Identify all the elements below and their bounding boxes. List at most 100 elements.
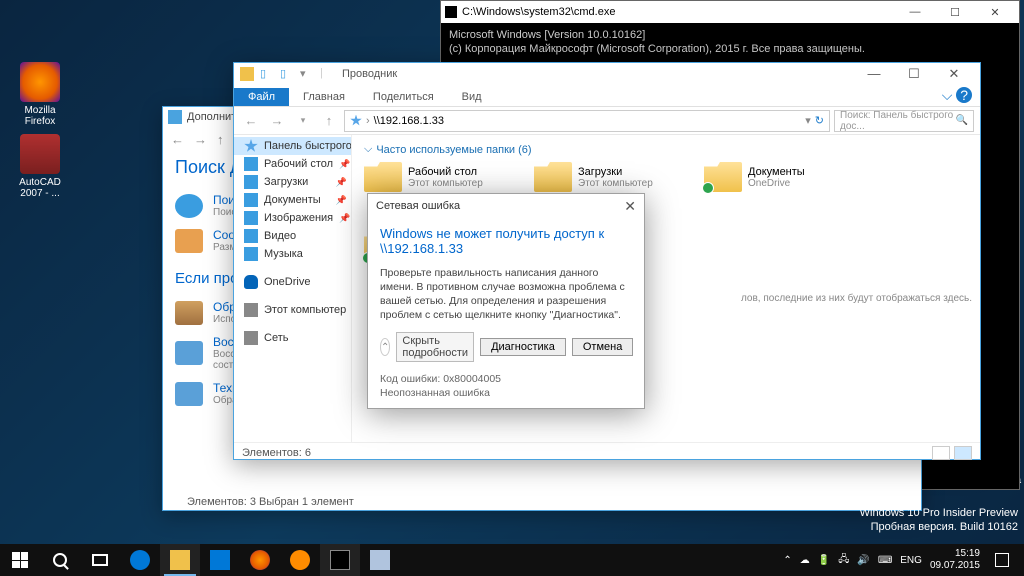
taskview-button[interactable] [80, 544, 120, 576]
tray-onedrive-icon[interactable]: ☁ [800, 555, 810, 566]
error-code: Код ошибки: 0x80004005 [380, 372, 632, 386]
address-dropdown-icon[interactable]: ▾ [805, 114, 811, 127]
taskbar: ⌃ ☁ 🔋 🖧 🔊 ⌨ ENG 15:19 09.07.2015 [0, 544, 1024, 576]
sidebar-item-downloads[interactable]: Загрузки📌 [234, 173, 351, 191]
cmd-titlebar[interactable]: C:\Windows\system32\cmd.exe — ☐ ✕ [441, 1, 1019, 23]
sidebar-item-desktop[interactable]: Рабочий стол📌 [234, 155, 351, 173]
search-input[interactable]: Поиск: Панель быстрого дос... 🔍 [834, 110, 974, 132]
cmd-icon [330, 550, 350, 570]
chevron-down-icon: ⌵ [364, 143, 372, 156]
close-button[interactable]: ✕ [624, 198, 636, 215]
taskbar-cmd[interactable] [320, 544, 360, 576]
desktop-icon-firefox[interactable]: Mozilla Firefox [10, 62, 70, 127]
cancel-button[interactable]: Отмена [572, 338, 633, 356]
tab-file[interactable]: Файл [234, 88, 289, 106]
hide-details-link[interactable]: Скрыть подробности [396, 332, 474, 362]
taskbar-app[interactable] [360, 544, 400, 576]
search-placeholder: Поиск: Панель быстрого дос... [840, 110, 956, 132]
sidebar-item-label: Видео [264, 230, 296, 242]
forward-button[interactable]: → [194, 132, 207, 147]
tab-view[interactable]: Вид [448, 88, 496, 106]
pin-icon: 📌 [339, 159, 350, 170]
close-button[interactable]: ✕ [975, 6, 1015, 19]
taskbar-wmp[interactable] [280, 544, 320, 576]
contact-icon [175, 301, 203, 325]
forward-button[interactable]: → [266, 110, 288, 132]
help-icon [175, 194, 203, 218]
view-icons-button[interactable] [954, 446, 972, 460]
explorer-ribbon: Файл Главная Поделиться Вид ⌵ ? [234, 85, 980, 107]
pin-icon: 📌 [336, 177, 347, 188]
sidebar-item-thispc[interactable]: Этот компьютер [234, 301, 351, 319]
wmp-icon [290, 550, 310, 570]
folder-item[interactable]: Рабочий столЭтот компьютер [364, 162, 494, 192]
tab-home[interactable]: Главная [289, 88, 359, 106]
action-center-button[interactable] [988, 544, 1016, 576]
error-titlebar[interactable]: Сетевая ошибка ✕ [368, 194, 644, 218]
explorer-titlebar[interactable]: ▯ ▯ ▾ | Проводник — ☐ ✕ [234, 63, 980, 85]
cmd-title: C:\Windows\system32\cmd.exe [462, 6, 615, 18]
search-button[interactable] [40, 544, 80, 576]
sidebar-item-pictures[interactable]: Изображения📌 [234, 209, 351, 227]
maximize-button[interactable]: ☐ [894, 66, 934, 82]
tab-share[interactable]: Поделиться [359, 88, 448, 106]
tray-lang[interactable]: ENG [900, 555, 922, 566]
folder-item[interactable]: ЗагрузкиЭтот компьютер [534, 162, 664, 192]
desktop-icon-label: AutoCAD 2007 - ... [10, 177, 70, 199]
history-button[interactable]: ▾ [292, 110, 314, 132]
restore-icon [175, 341, 203, 365]
up-button[interactable]: ↑ [318, 110, 340, 132]
helper-icon [168, 110, 182, 124]
sidebar-item-onedrive[interactable]: OneDrive [234, 273, 351, 291]
folder-icon [534, 162, 572, 192]
address-input[interactable]: › \\192.168.1.33 ▾ ↻ [344, 110, 830, 132]
tray-keyboard-icon[interactable]: ⌨ [878, 555, 892, 566]
start-button[interactable] [0, 544, 40, 576]
qat-properties-icon[interactable]: ▯ [260, 67, 274, 81]
clock-date: 09.07.2015 [930, 560, 980, 572]
collapse-details-button[interactable]: ⌃ [380, 338, 390, 356]
qat-newfolder-icon[interactable]: ▯ [280, 67, 294, 81]
view-details-button[interactable] [932, 446, 950, 460]
maximize-button[interactable]: ☐ [935, 6, 975, 19]
cmd-icon [445, 6, 457, 18]
desktop-icon-autocad[interactable]: AutoCAD 2007 - ... [10, 134, 70, 199]
sidebar-item-music[interactable]: Музыка [234, 245, 351, 263]
onedrive-icon [244, 275, 258, 289]
taskbar-edge[interactable] [120, 544, 160, 576]
diagnose-button[interactable]: Диагностика [480, 338, 566, 356]
sidebar-item-videos[interactable]: Видео [234, 227, 351, 245]
error-heading: Windows не может получить доступ к \\192… [380, 226, 632, 256]
tray-up-icon[interactable]: ⌃ [783, 555, 791, 566]
up-button[interactable]: ↑ [217, 132, 224, 147]
edge-icon [130, 550, 150, 570]
back-button[interactable]: ← [240, 110, 262, 132]
sidebar-item-documents[interactable]: Документы📌 [234, 191, 351, 209]
ribbon-expand-icon[interactable]: ⌵ ? [934, 85, 980, 106]
cmd-line: (c) Корпорация Майкрософт (Microsoft Cor… [449, 42, 1011, 56]
back-button[interactable]: ← [171, 132, 184, 147]
explorer-icon [170, 550, 190, 570]
qat-dropdown-icon[interactable]: ▾ [300, 67, 314, 81]
store-icon [210, 550, 230, 570]
error-reason: Неопознанная ошибка [380, 386, 632, 400]
folder-item[interactable]: ДокументыOneDrive [704, 162, 834, 192]
watermark: Windows 10 Pro Insider Preview Пробная в… [860, 506, 1018, 534]
minimize-button[interactable]: — [854, 66, 894, 82]
sidebar-item-quickaccess[interactable]: Панель быстрого до [234, 137, 351, 155]
sidebar-item-network[interactable]: Сеть [234, 329, 351, 347]
tray-network-icon[interactable]: 🖧 [838, 552, 849, 569]
section-header[interactable]: ⌵Часто используемые папки (6) [364, 143, 968, 156]
tray-battery-icon[interactable]: 🔋 [818, 555, 830, 566]
tray-volume-icon[interactable]: 🔊 [857, 555, 869, 566]
taskbar-store[interactable] [200, 544, 240, 576]
system-tray: ⌃ ☁ 🔋 🖧 🔊 ⌨ ENG 15:19 09.07.2015 [783, 544, 1024, 576]
close-button[interactable]: ✕ [934, 66, 974, 82]
taskbar-explorer[interactable] [160, 544, 200, 576]
minimize-button[interactable]: — [895, 6, 935, 19]
tray-clock[interactable]: 15:19 09.07.2015 [930, 548, 980, 572]
folder-icon [704, 162, 742, 192]
taskbar-firefox[interactable] [240, 544, 280, 576]
sidebar-item-label: Панель быстрого до [264, 140, 352, 152]
refresh-icon[interactable]: ↻ [815, 114, 824, 127]
